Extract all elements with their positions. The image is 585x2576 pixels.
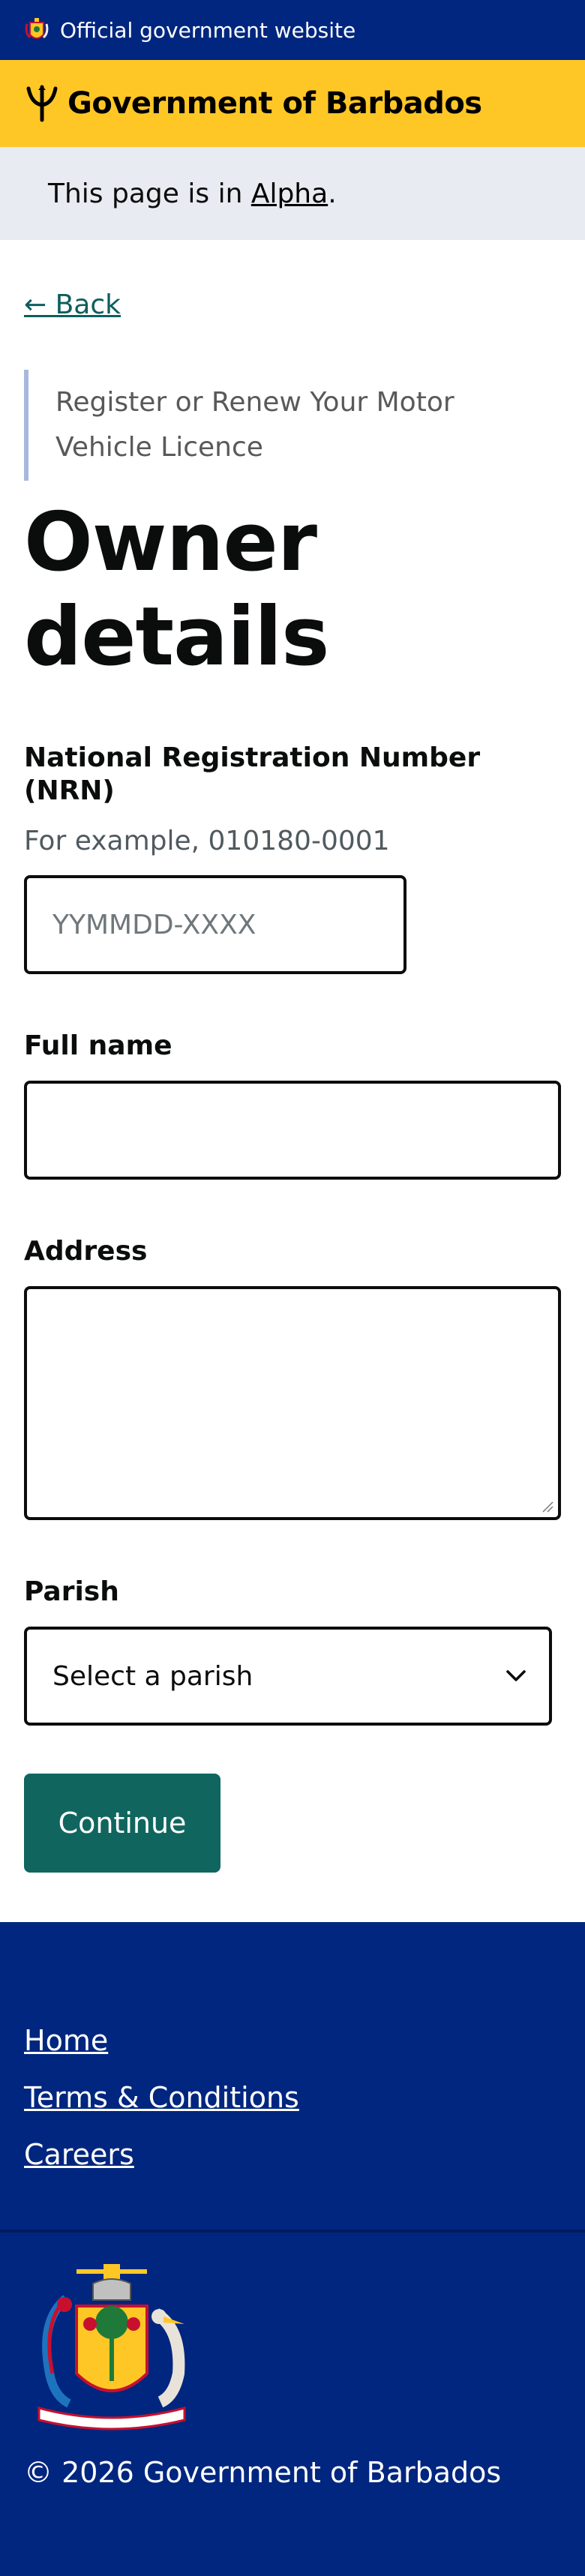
address-field: Address — [24, 1235, 561, 1520]
page-title: Owner details — [24, 496, 329, 684]
footer-link-careers[interactable]: Careers — [24, 2126, 561, 2183]
footer-bottom: © 2026 Government of Barbados — [0, 2233, 585, 2576]
nrn-field: National Registration Number (NRN) For e… — [24, 742, 561, 974]
footer-links: Home Terms & Conditions Careers — [0, 1922, 585, 2233]
parish-label: Parish — [24, 1576, 119, 1607]
official-banner: Official government website — [0, 0, 585, 60]
address-textarea[interactable] — [24, 1286, 561, 1520]
footer-link-home[interactable]: Home — [24, 2012, 561, 2069]
coat-of-arms-icon — [38, 2264, 186, 2431]
parish-select[interactable]: Select a parish — [24, 1627, 552, 1726]
full-name-field: Full name — [24, 1030, 561, 1180]
nrn-hint: For example, 010180-0001 — [24, 826, 390, 856]
parish-selected-value: Select a parish — [52, 1660, 254, 1692]
footer-link-terms[interactable]: Terms & Conditions — [24, 2069, 561, 2126]
back-link[interactable]: ← Back — [24, 289, 121, 320]
service-caption: Register or Renew Your Motor Vehicle Lic… — [24, 370, 534, 481]
coat-of-arms-icon — [25, 18, 49, 39]
full-name-label: Full name — [24, 1030, 172, 1061]
brand-name: Government of Barbados — [68, 86, 482, 121]
phase-suffix: . — [328, 178, 337, 209]
nrn-label: National Registration Number (NRN) — [24, 742, 481, 806]
main-content: ← Back Register or Renew Your Motor Vehi… — [0, 240, 585, 1873]
brand-bar[interactable]: Government of Barbados — [0, 60, 585, 147]
address-label: Address — [24, 1236, 148, 1267]
copyright-text: © 2026 Government of Barbados — [24, 2456, 502, 2489]
nrn-input[interactable]: YYMMDD-XXXX — [24, 875, 406, 974]
site-header: Official government website Government o… — [0, 0, 585, 240]
official-website-text: Official government website — [60, 17, 356, 43]
trident-icon — [26, 85, 58, 122]
site-footer: Home Terms & Conditions Careers © 2026 G… — [0, 1922, 585, 2576]
resize-grip-icon[interactable] — [542, 1501, 554, 1513]
full-name-input[interactable] — [24, 1081, 561, 1180]
alpha-link[interactable]: Alpha — [251, 178, 328, 209]
parish-field: Parish Select a parish — [24, 1576, 561, 1726]
chevron-down-icon — [506, 1670, 526, 1681]
phase-text: This page is in — [48, 178, 251, 209]
phase-banner: This page is in Alpha. — [0, 147, 585, 240]
continue-button[interactable]: Continue — [24, 1774, 220, 1873]
